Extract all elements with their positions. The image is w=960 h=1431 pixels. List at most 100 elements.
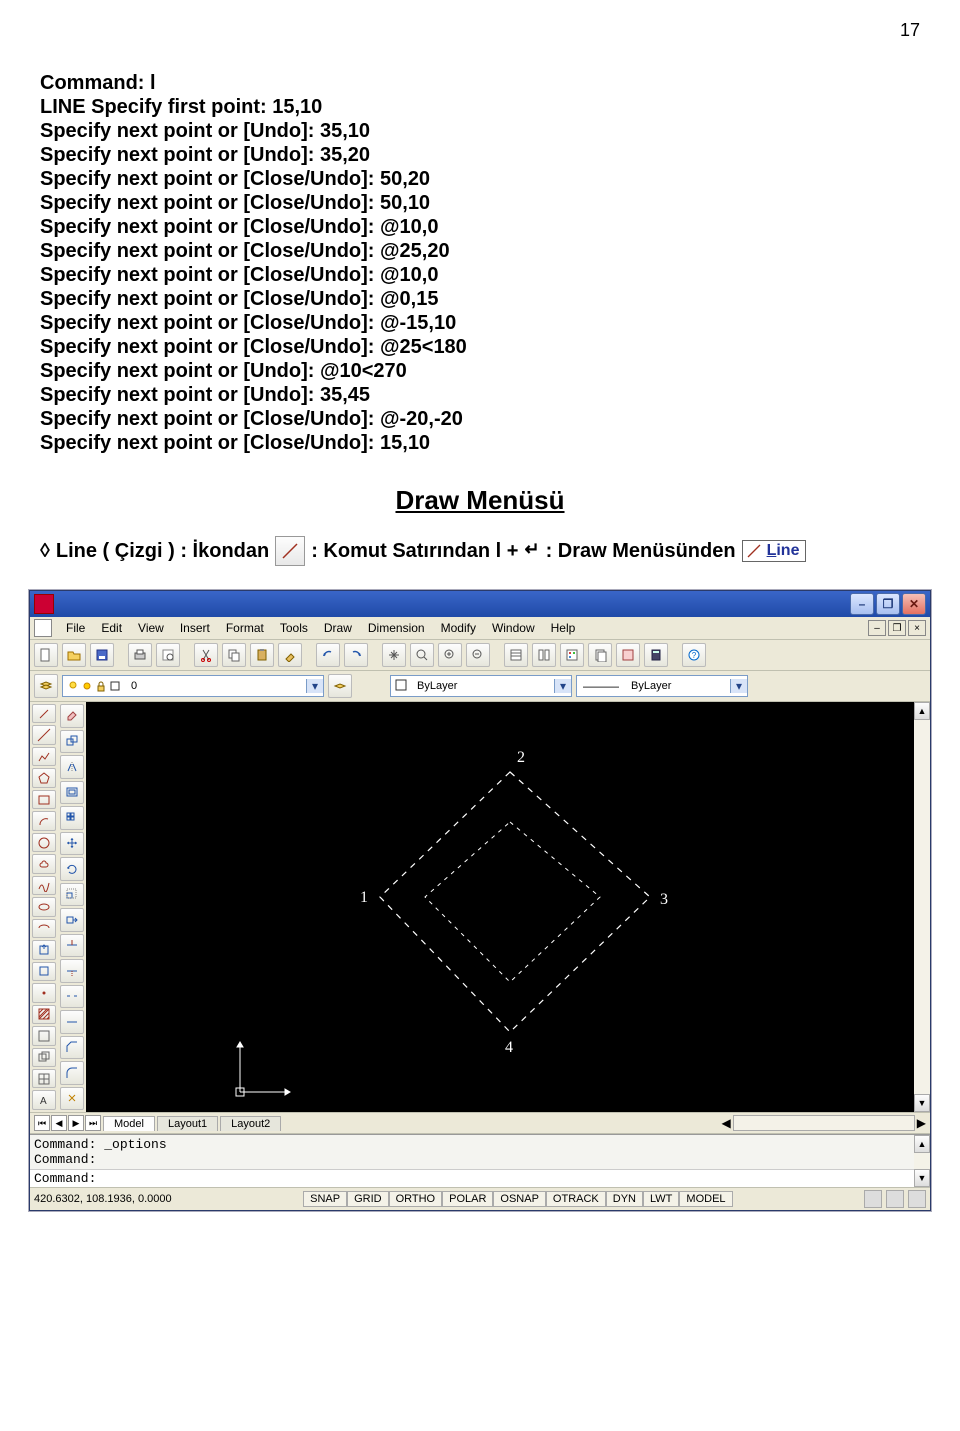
mtext-icon[interactable]: A: [32, 1090, 56, 1109]
hatch-icon[interactable]: [32, 1005, 56, 1024]
status-toggle-model[interactable]: MODEL: [679, 1191, 732, 1207]
spline-icon[interactable]: [32, 876, 56, 895]
pline-icon[interactable]: [32, 747, 56, 766]
tab-layout2[interactable]: Layout2: [220, 1116, 281, 1131]
menu-view[interactable]: View: [130, 619, 172, 637]
menu-dimension[interactable]: Dimension: [360, 619, 433, 637]
status-toggle-snap[interactable]: SNAP: [303, 1191, 347, 1207]
toolpalette-icon[interactable]: [560, 643, 584, 667]
open-icon[interactable]: [62, 643, 86, 667]
maximize-button[interactable]: ❐: [876, 593, 900, 615]
command-input[interactable]: Command:: [30, 1169, 914, 1187]
layer-props-icon[interactable]: [34, 674, 58, 698]
scroll-down-icon[interactable]: ▼: [914, 1094, 930, 1112]
extend-icon[interactable]: [60, 959, 84, 983]
layer-previous-icon[interactable]: [328, 674, 352, 698]
mdi-restore[interactable]: ❐: [888, 620, 906, 636]
zoom-window-icon[interactable]: [438, 643, 462, 667]
layer-combo[interactable]: 0 ▾: [62, 675, 324, 697]
hscroll-left[interactable]: ◀: [722, 1116, 731, 1130]
status-icon-2[interactable]: [886, 1190, 904, 1208]
menu-format[interactable]: Format: [218, 619, 272, 637]
titlebar[interactable]: – ❐ ✕: [30, 591, 930, 617]
zoom-realtime-icon[interactable]: [410, 643, 434, 667]
tab-nav-next[interactable]: ▶: [68, 1115, 84, 1131]
status-icon-3[interactable]: [908, 1190, 926, 1208]
move-icon[interactable]: [60, 832, 84, 856]
region-icon[interactable]: [32, 1048, 56, 1067]
cmd-scroll-up[interactable]: ▲: [914, 1135, 930, 1153]
status-icon-1[interactable]: [864, 1190, 882, 1208]
make-block-icon[interactable]: [32, 962, 56, 981]
match-prop-icon[interactable]: [278, 643, 302, 667]
cut-icon[interactable]: [194, 643, 218, 667]
vertical-scrollbar[interactable]: ▲ ▼: [914, 702, 930, 1112]
menu-edit[interactable]: Edit: [93, 619, 130, 637]
array-icon[interactable]: [60, 806, 84, 830]
zoom-previous-icon[interactable]: [466, 643, 490, 667]
status-toggle-otrack[interactable]: OTRACK: [546, 1191, 606, 1207]
menu-file[interactable]: File: [58, 619, 93, 637]
menu-draw[interactable]: Draw: [316, 619, 360, 637]
minimize-button[interactable]: –: [850, 593, 874, 615]
point-icon[interactable]: [32, 983, 56, 1002]
redo-icon[interactable]: [344, 643, 368, 667]
status-toggle-lwt[interactable]: LWT: [643, 1191, 679, 1207]
status-toggle-osnap[interactable]: OSNAP: [493, 1191, 546, 1207]
drawing-canvas[interactable]: 2 1 3 4: [86, 702, 914, 1112]
gradient-icon[interactable]: [32, 1026, 56, 1045]
tab-model[interactable]: Model: [103, 1116, 155, 1131]
tab-nav-first[interactable]: ⏮: [34, 1115, 50, 1131]
menu-tools[interactable]: Tools: [272, 619, 316, 637]
plot-preview-icon[interactable]: [156, 643, 180, 667]
chevron-down-icon[interactable]: ▾: [554, 679, 571, 693]
help-icon[interactable]: ?: [682, 643, 706, 667]
status-toggle-ortho[interactable]: ORTHO: [389, 1191, 443, 1207]
rectangle-icon[interactable]: [32, 790, 56, 809]
explode-icon[interactable]: [60, 1087, 84, 1111]
linetype-combo[interactable]: ——— ByLayer ▾: [576, 675, 748, 697]
menu-modify[interactable]: Modify: [433, 619, 484, 637]
chevron-down-icon[interactable]: ▾: [730, 679, 747, 693]
trim-icon[interactable]: [60, 934, 84, 958]
erase-icon[interactable]: [60, 704, 84, 728]
menu-window[interactable]: Window: [484, 619, 543, 637]
join-icon[interactable]: [60, 1010, 84, 1034]
chamfer-icon[interactable]: [60, 1036, 84, 1060]
hscroll-right[interactable]: ▶: [917, 1116, 926, 1130]
mdi-close[interactable]: ×: [908, 620, 926, 636]
arc-icon[interactable]: [32, 811, 56, 830]
sheetset-icon[interactable]: [588, 643, 612, 667]
color-combo[interactable]: ByLayer ▾: [390, 675, 572, 697]
tab-nav-last[interactable]: ⏭: [85, 1115, 101, 1131]
mdi-minimize[interactable]: –: [868, 620, 886, 636]
offset-icon[interactable]: [60, 781, 84, 805]
menu-help[interactable]: Help: [543, 619, 584, 637]
print-icon[interactable]: [128, 643, 152, 667]
scroll-up-icon[interactable]: ▲: [914, 702, 930, 720]
scale-icon[interactable]: [60, 883, 84, 907]
mirror-icon[interactable]: [60, 755, 84, 779]
dc-icon[interactable]: [532, 643, 556, 667]
paste-icon[interactable]: [250, 643, 274, 667]
table-icon[interactable]: [32, 1069, 56, 1088]
break-icon[interactable]: [60, 985, 84, 1009]
undo-icon[interactable]: [316, 643, 340, 667]
copy-obj-icon[interactable]: [60, 730, 84, 754]
xline-icon[interactable]: [32, 725, 56, 744]
pan-icon[interactable]: [382, 643, 406, 667]
save-icon[interactable]: [90, 643, 114, 667]
status-toggle-grid[interactable]: GRID: [347, 1191, 389, 1207]
revcloud-icon[interactable]: [32, 854, 56, 873]
close-button[interactable]: ✕: [902, 593, 926, 615]
circle-icon[interactable]: [32, 833, 56, 852]
polygon-icon[interactable]: [32, 768, 56, 787]
cmd-scroll-down[interactable]: ▼: [914, 1169, 930, 1187]
fillet-icon[interactable]: [60, 1061, 84, 1085]
rotate-icon[interactable]: [60, 857, 84, 881]
ellipse-arc-icon[interactable]: [32, 919, 56, 938]
calc-icon[interactable]: [644, 643, 668, 667]
tab-layout1[interactable]: Layout1: [157, 1116, 218, 1131]
status-toggle-polar[interactable]: POLAR: [442, 1191, 493, 1207]
copy-icon[interactable]: [222, 643, 246, 667]
